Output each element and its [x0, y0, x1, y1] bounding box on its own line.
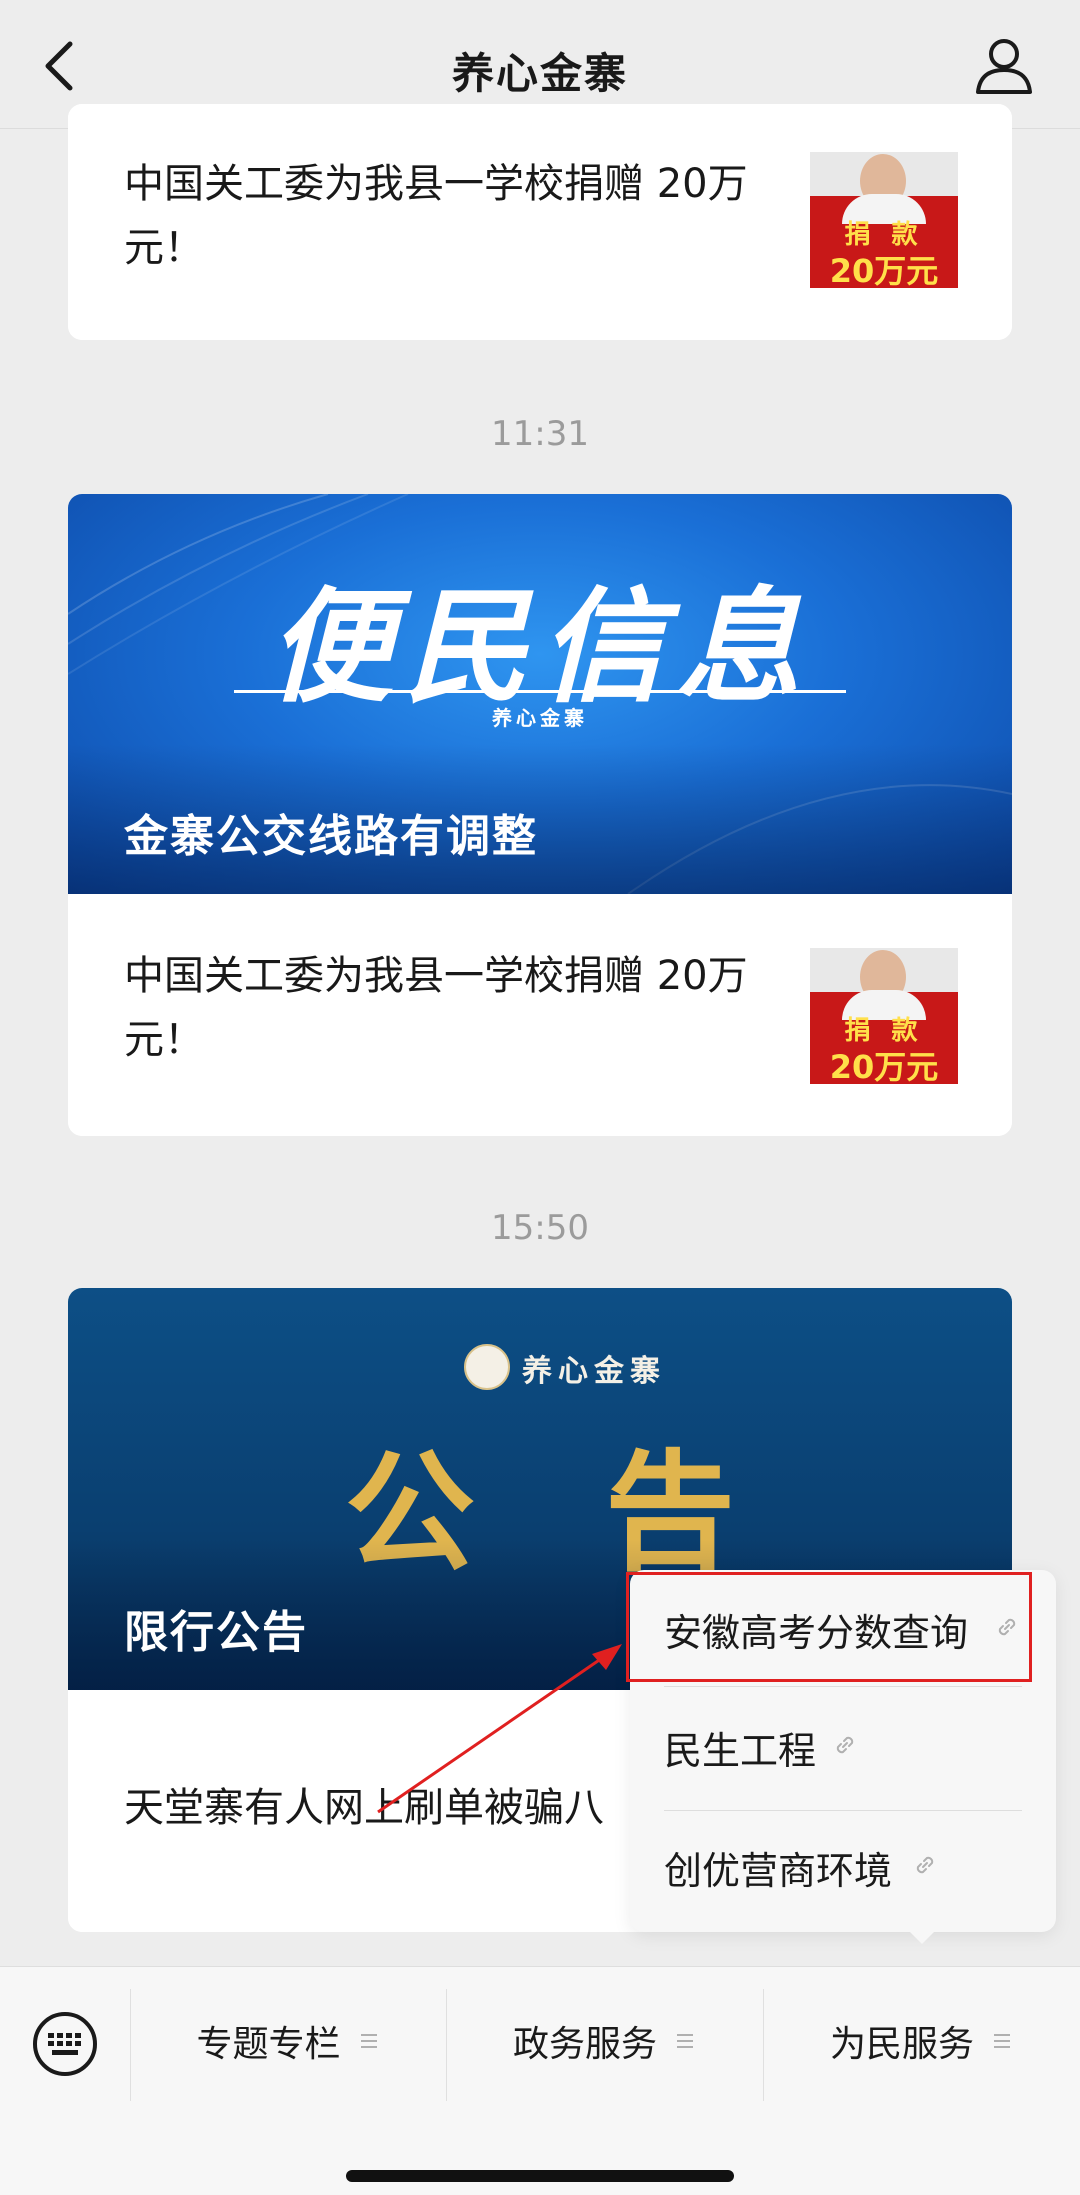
menu-tab-government-services[interactable]: 政务服务: [447, 2011, 763, 2071]
banner-divider: [234, 690, 846, 693]
thumbnail-text-2: 20万元: [829, 1048, 939, 1084]
cover-banner[interactable]: 便民信息 养心金寨 金寨公交线路有调整: [68, 494, 1012, 894]
menu-tab-label: 为民服务: [829, 2024, 974, 2065]
article-title: 中国关工委为我县一学校捐赠 20万元！: [124, 953, 748, 1063]
message-timestamp: 15:50: [491, 1208, 589, 1248]
brand-logo-icon: [464, 1344, 510, 1390]
menu-item-business-environment[interactable]: 创优营商环境: [630, 1808, 1056, 1924]
article-thumbnail: 捐 款 20万元: [810, 936, 958, 1084]
article-thumbnail: 捐 款 20万元: [810, 140, 958, 288]
bottom-menu-bar: 专题专栏 政务服务 为民服务: [0, 1966, 1080, 2195]
article-title: 中国关工委为我县一学校捐赠 20万元！: [124, 161, 748, 271]
annotation-arrow-icon: [377, 1644, 622, 1814]
menu-tab-special-topics[interactable]: 专题专栏: [131, 2011, 446, 2071]
menu-item-label: 民生工程: [664, 1729, 817, 1773]
menu-lines-icon: [360, 2034, 377, 2048]
link-icon: [916, 1856, 934, 1874]
cover-article-title: 限行公告: [124, 1607, 308, 1658]
page-title: 养心金寨: [451, 49, 628, 98]
menu-tab-label: 专题专栏: [196, 2024, 341, 2065]
banner-title: 便民信息: [267, 575, 812, 720]
article-item[interactable]: 中国关工委为我县一学校捐赠 20万元！ 捐 款 20万元: [68, 894, 1012, 1136]
menu-tab-public-services[interactable]: 为民服务: [764, 2011, 1080, 2071]
user-profile-icon[interactable]: [972, 36, 1036, 96]
back-arrow-icon[interactable]: [38, 36, 82, 96]
menu-item-livelihood[interactable]: 民生工程: [630, 1688, 1056, 1804]
article-card-top: 中国关工委为我县一学校捐赠 20万元！ 捐 款 20万元: [68, 104, 1012, 340]
link-icon: [836, 1736, 854, 1754]
popup-pointer: [906, 1928, 938, 1944]
article-item[interactable]: 中国关工委为我县一学校捐赠 20万元！ 捐 款 20万元: [68, 104, 1012, 340]
thumbnail-text-2: 20万元: [829, 252, 939, 288]
message-timestamp: 11:31: [491, 414, 589, 454]
menu-item-label: 创优营商环境: [664, 1849, 893, 1893]
menu-divider: [664, 1686, 1022, 1687]
highlight-box: [626, 1572, 1032, 1682]
banner-subtitle: 养心金寨: [492, 706, 588, 730]
article-card-group-1: 便民信息 养心金寨 金寨公交线路有调整 中国关工委为我县一学校捐赠 20万元！ …: [68, 494, 1012, 1136]
keyboard-icon[interactable]: [30, 2009, 100, 2079]
cover-article-title: 金寨公交线路有调整: [124, 811, 538, 862]
menu-lines-icon: [994, 2034, 1010, 2048]
menu-lines-icon: [677, 2034, 693, 2048]
home-indicator[interactable]: [346, 2170, 734, 2182]
menu-tab-label: 政务服务: [512, 2024, 657, 2065]
banner-logo-text: 养心金寨: [522, 1354, 666, 1389]
